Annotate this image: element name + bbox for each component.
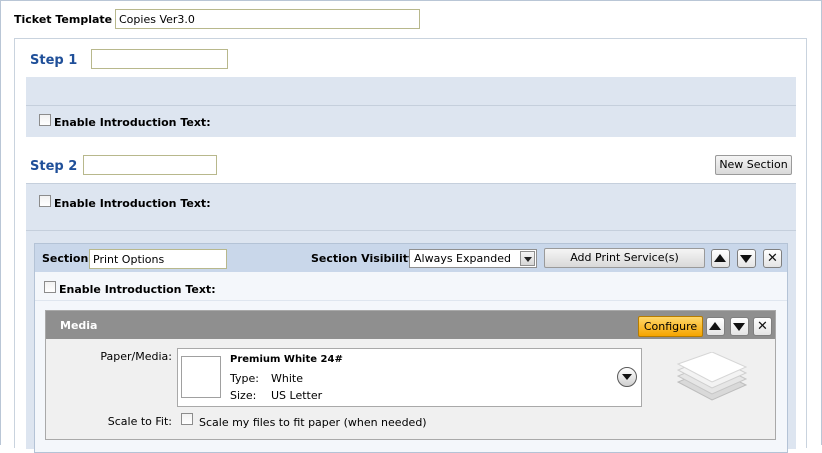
- step2-name-input[interactable]: [83, 155, 217, 175]
- section-move-down-button[interactable]: [737, 249, 756, 268]
- section-visibility-value: Always Expanded: [414, 252, 511, 265]
- paper-type-value: White: [271, 372, 303, 385]
- ticket-template-label: Ticket Template: [14, 13, 113, 26]
- paper-stack-icon: [676, 352, 748, 401]
- ticket-template-input[interactable]: [115, 9, 420, 29]
- section-visibility-label: Section Visibility:: [311, 252, 420, 265]
- step1-title: Step 1: [30, 53, 78, 68]
- section-intro-divider: [35, 300, 787, 301]
- paper-dropdown-button[interactable]: [617, 367, 637, 387]
- section-move-up-button[interactable]: [711, 249, 730, 268]
- new-section-button[interactable]: New Section: [715, 155, 792, 175]
- section-visibility-select[interactable]: Always Expanded: [409, 249, 537, 268]
- paper-media-label: Paper/Media:: [100, 350, 172, 363]
- step2-title: Step 2: [30, 159, 78, 174]
- dropdown-arrow-icon: [520, 251, 535, 266]
- step1-enable-intro-checkbox[interactable]: [39, 114, 51, 126]
- paper-size-key: Size:: [230, 389, 257, 402]
- add-print-service-button[interactable]: Add Print Service(s): [544, 248, 705, 268]
- scale-to-fit-checkbox[interactable]: [181, 413, 193, 425]
- media-move-down-button[interactable]: [730, 317, 749, 336]
- paper-name: Premium White 24#: [230, 354, 343, 365]
- section-name-input[interactable]: [89, 249, 227, 269]
- step1-divider: [26, 105, 796, 106]
- arrow-down-icon: [733, 323, 745, 331]
- media-title: Media: [60, 319, 98, 332]
- arrow-up-icon: [714, 254, 726, 262]
- section-label: Section:: [42, 252, 93, 265]
- close-icon: ✕: [767, 251, 778, 266]
- scale-to-fit-label: Scale to Fit:: [107, 415, 172, 428]
- section-enable-intro-label: Enable Introduction Text:: [59, 283, 216, 296]
- scale-to-fit-option-label: Scale my files to fit paper (when needed…: [199, 416, 427, 429]
- step1-enable-intro-label: Enable Introduction Text:: [54, 116, 211, 129]
- step2-enable-intro-label: Enable Introduction Text:: [54, 197, 211, 210]
- paper-type-key: Type:: [230, 372, 259, 385]
- media-remove-button[interactable]: ✕: [753, 317, 772, 336]
- close-icon: ✕: [757, 319, 768, 334]
- arrow-up-icon: [709, 322, 721, 330]
- paper-size-value: US Letter: [271, 389, 323, 402]
- section-remove-button[interactable]: ✕: [763, 249, 782, 268]
- paper-swatch: [181, 356, 221, 398]
- arrow-down-icon: [740, 255, 752, 263]
- step1-name-input[interactable]: [91, 49, 228, 69]
- configure-button[interactable]: Configure: [638, 316, 703, 337]
- step2-enable-intro-checkbox[interactable]: [39, 195, 51, 207]
- step2-intro-divider: [26, 230, 796, 231]
- media-move-up-button[interactable]: [706, 317, 725, 336]
- section-enable-intro-checkbox[interactable]: [44, 281, 56, 293]
